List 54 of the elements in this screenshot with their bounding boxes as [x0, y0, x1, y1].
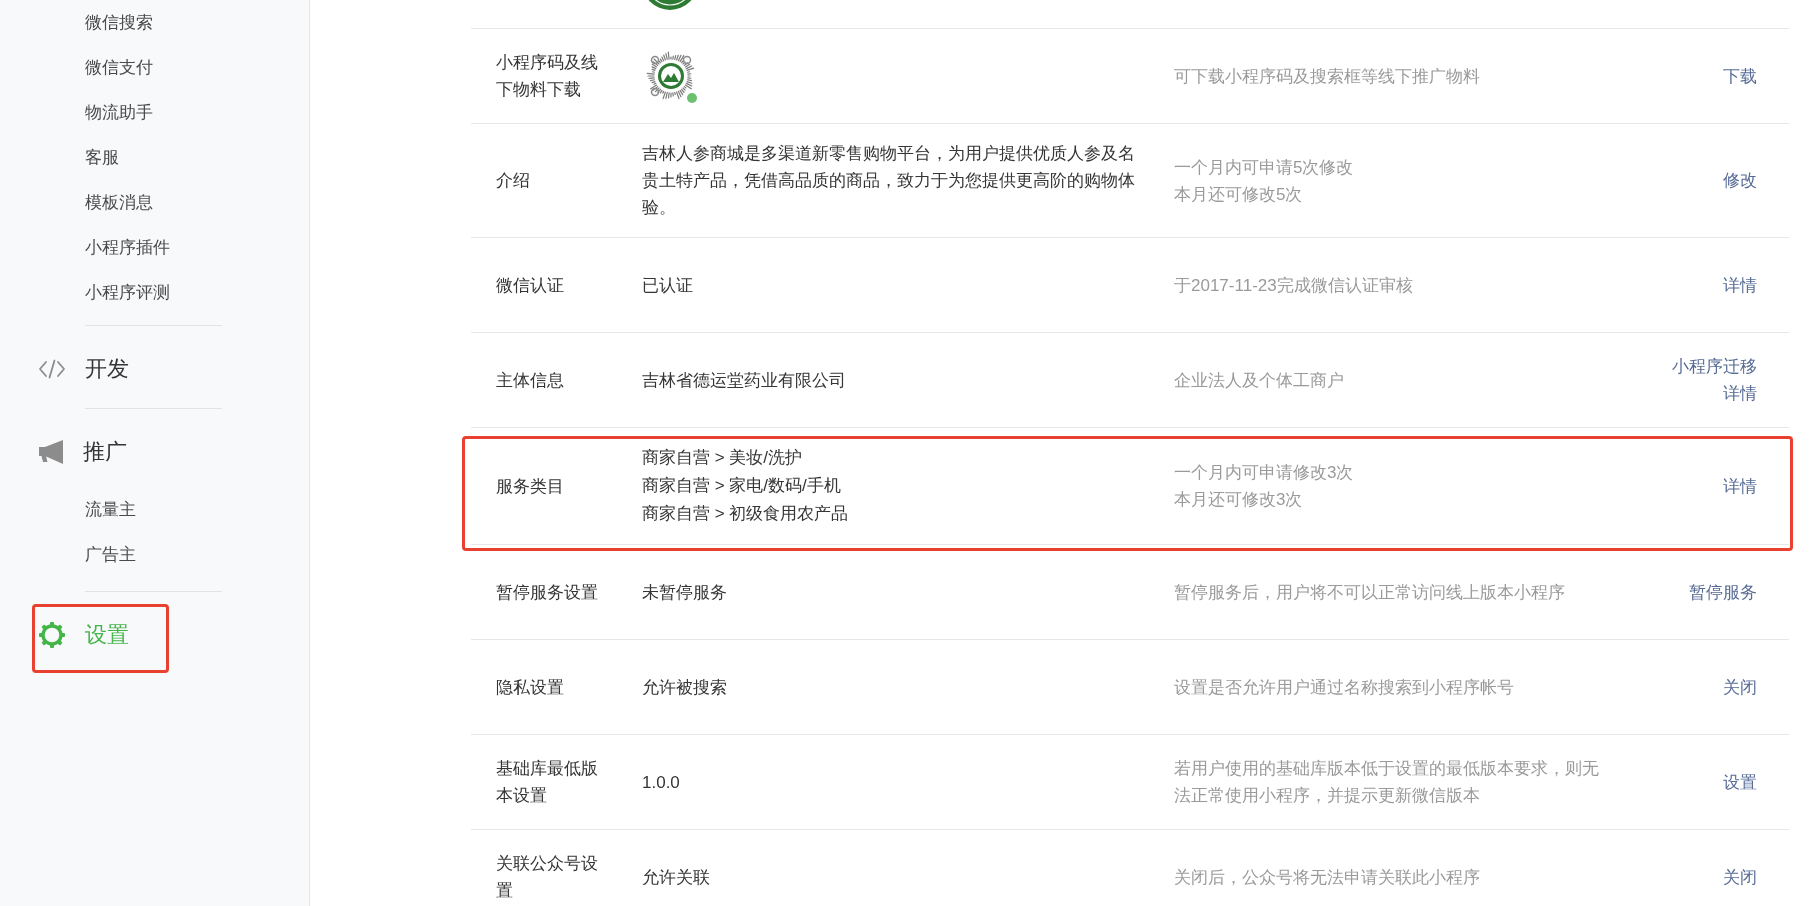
row-value: 未暂停服务 — [642, 581, 727, 604]
row-value: 允许关联 — [642, 866, 710, 889]
nav-item[interactable]: 流量主 — [0, 487, 309, 532]
nav-item[interactable]: 小程序评测 — [0, 270, 309, 315]
row-label: 基础库最低版本设置 — [496, 758, 599, 807]
row-value: 吉林省德运堂药业有限公司 — [642, 369, 846, 392]
nav-section-item[interactable]: 开发 — [0, 344, 309, 394]
row-label: 隐私设置 — [496, 676, 565, 699]
row-label: 介绍 — [496, 170, 531, 192]
row-value: 1.0.0 — [642, 771, 680, 794]
row-label: 暂停服务设置 — [496, 581, 599, 604]
action-link[interactable]: 关闭 — [1723, 863, 1757, 891]
nav-item[interactable]: 微信支付 — [0, 45, 309, 90]
row-value: 已认证 — [642, 274, 693, 297]
description-text: 本月还可修改5次 — [1174, 183, 1303, 206]
row-value: 允许被搜索 — [642, 676, 727, 699]
action-link[interactable]: 关闭 — [1723, 673, 1757, 701]
row-value: 商家自营 > 家电/数码/手机 — [642, 475, 841, 497]
nav-item[interactable]: 客服 — [0, 135, 309, 180]
action-link[interactable]: 暂停服务 — [1689, 578, 1757, 606]
description-text: 于2017-11-23完成微信认证审核 — [1174, 274, 1413, 297]
row-label: 关联公众号设置 — [496, 853, 599, 902]
nav-item[interactable]: 小程序插件 — [0, 225, 309, 270]
row-value: 商家自营 > 美妆/洗护 — [642, 447, 803, 469]
description-text: 本月还可修改3次 — [1174, 489, 1303, 511]
row-label: 微信认证 — [496, 274, 565, 297]
row-label: 小程序码及线下物料下载 — [496, 52, 599, 101]
description-text: 设置是否允许用户通过名称搜索到小程序帐号 — [1174, 676, 1514, 699]
action-link[interactable]: 修改 — [1723, 167, 1757, 194]
description-text: 一个月内可申请5次修改 — [1174, 156, 1354, 179]
megaphone-icon — [38, 440, 64, 464]
gear-icon — [38, 621, 66, 649]
action-link[interactable]: 详情 — [1723, 271, 1757, 299]
action-link[interactable]: 详情 — [1723, 380, 1757, 407]
description-text: 可下载小程序码及搜索框等线下推广物料 — [1174, 65, 1480, 88]
row-value: 商家自营 > 初级食用农产品 — [642, 503, 849, 525]
code-icon — [38, 359, 66, 379]
description-text: 暂停服务后，用户将不可以正常访问线上版本小程序 — [1174, 581, 1565, 604]
nav-section-item[interactable]: 推广 — [0, 427, 309, 477]
nav-item[interactable]: 微信搜索 — [0, 0, 309, 45]
row-label: 服务类目 — [496, 475, 565, 498]
description-text: 若用户使用的基础库版本低于设置的最低版本要求，则无法正常使用小程序，并提示更新微信版本 — [1174, 758, 1600, 807]
nav-item[interactable]: 物流助手 — [0, 90, 309, 135]
description-text: 企业法人及个体工商户 — [1174, 369, 1344, 392]
action-link[interactable]: 小程序迁移 — [1672, 353, 1757, 380]
action-link[interactable]: 下载 — [1723, 62, 1757, 90]
description-text: 关闭后，公众号将无法申请关联此小程序 — [1174, 866, 1480, 889]
nav-item[interactable]: 模板消息 — [0, 180, 309, 225]
nav-item[interactable]: 广告主 — [0, 532, 309, 577]
action-link[interactable]: 设置 — [1723, 768, 1757, 796]
description-text: 一个月内可申请修改3次 — [1174, 462, 1354, 484]
row-value: 吉林人参商城是多渠道新零售购物平台，为用户提供优质人参及名贵土特产品，凭借高品质的商品，致力于为您提供更高阶的购物体验。 — [642, 143, 1136, 219]
row-label: 主体信息 — [496, 369, 565, 392]
action-link[interactable]: 详情 — [1723, 472, 1757, 500]
